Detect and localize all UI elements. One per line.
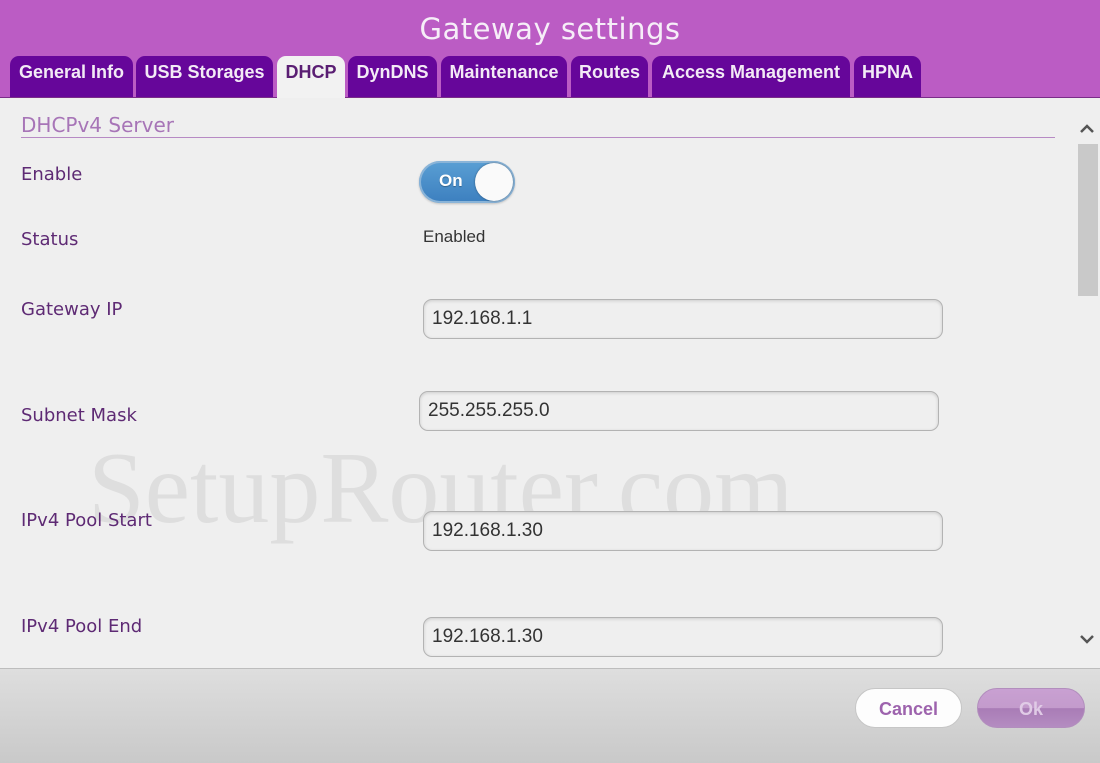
tab-dhcp[interactable]: DHCP xyxy=(277,56,345,98)
pool-end-label: IPv4 Pool End xyxy=(21,616,143,637)
toggle-knob xyxy=(475,163,513,201)
ok-button[interactable]: Ok xyxy=(977,688,1085,728)
pool-end-input[interactable] xyxy=(423,617,943,657)
gateway-ip-label: Gateway IP xyxy=(21,299,123,320)
subnet-mask-input[interactable] xyxy=(419,391,939,431)
section-divider xyxy=(21,137,1055,138)
gateway-ip-input[interactable] xyxy=(423,299,943,339)
pool-start-label: IPv4 Pool Start xyxy=(21,510,152,531)
status-label: Status xyxy=(21,229,79,250)
scroll-up-icon[interactable] xyxy=(1076,118,1098,138)
subnet-mask-label: Subnet Mask xyxy=(21,405,137,426)
scrollbar-thumb[interactable] xyxy=(1078,144,1098,296)
dialog-title: Gateway settings xyxy=(419,12,681,46)
dialog-header: Gateway settings General Info USB Storag… xyxy=(0,0,1100,98)
enable-toggle[interactable]: On xyxy=(419,161,515,203)
enable-label: Enable xyxy=(21,164,83,185)
tab-usb-storages[interactable]: USB Storages xyxy=(136,56,273,97)
tab-routes[interactable]: Routes xyxy=(571,56,648,97)
cancel-button[interactable]: Cancel xyxy=(855,688,962,728)
pool-start-input[interactable] xyxy=(423,511,943,551)
tab-hpna[interactable]: HPNA xyxy=(854,56,921,97)
toggle-state-text: On xyxy=(439,171,463,190)
tab-dyndns[interactable]: DynDNS xyxy=(348,56,437,97)
dialog-footer: Cancel Ok xyxy=(0,668,1100,763)
tab-maintenance[interactable]: Maintenance xyxy=(441,56,567,97)
tab-access-management[interactable]: Access Management xyxy=(652,56,850,97)
section-title: DHCPv4 Server xyxy=(21,113,174,137)
dhcp-settings-panel: DHCPv4 Server Enable On Status Enabled G… xyxy=(0,98,1100,668)
scroll-down-icon[interactable] xyxy=(1076,628,1098,648)
tab-general-info[interactable]: General Info xyxy=(10,56,133,97)
status-value: Enabled xyxy=(423,227,486,246)
